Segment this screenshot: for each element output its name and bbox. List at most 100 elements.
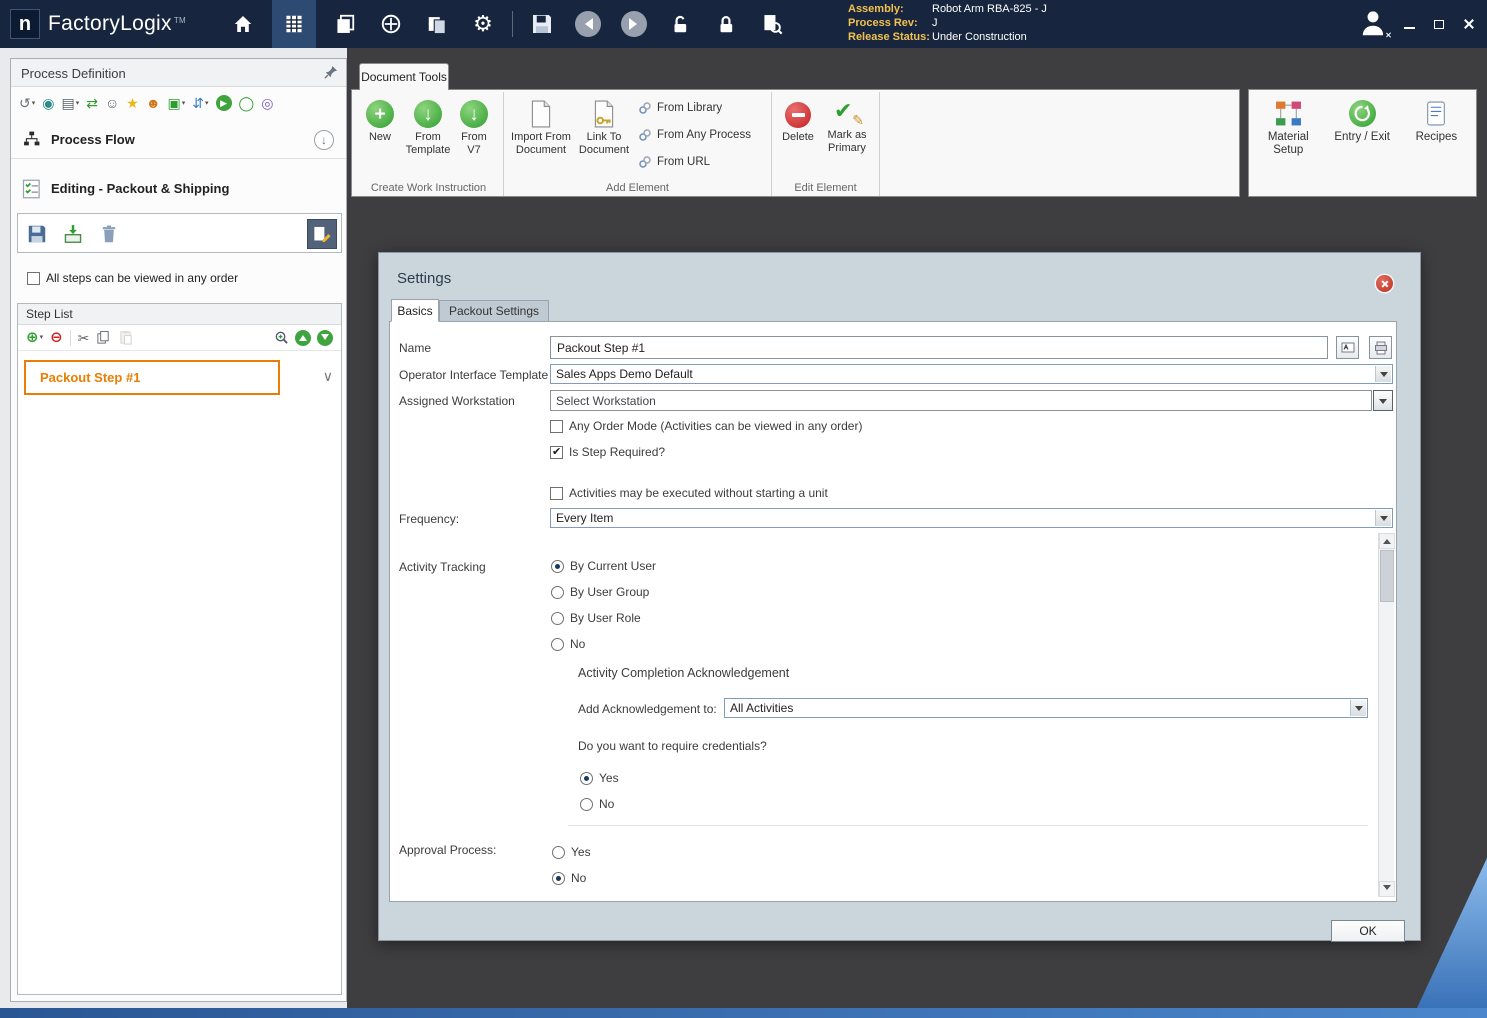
from-url-button[interactable]: From URL (638, 155, 752, 169)
toolbar-separator (69, 329, 71, 346)
tab-packout-settings[interactable]: Packout Settings (439, 300, 549, 322)
delete-element-button[interactable]: Delete (776, 98, 820, 144)
production-icon[interactable] (328, 0, 362, 48)
material-setup-button[interactable]: Material Setup (1268, 100, 1309, 196)
from-any-process-button[interactable]: From Any Process (638, 128, 752, 142)
pin-icon[interactable] (323, 65, 338, 80)
tab-basics[interactable]: Basics (391, 299, 439, 322)
back-icon[interactable] (571, 0, 605, 48)
save-step-button[interactable] (22, 219, 52, 249)
process-definition-icon[interactable] (272, 0, 316, 48)
import-step-button[interactable] (58, 219, 88, 249)
dialog-close-icon[interactable] (1376, 275, 1393, 292)
home-icon[interactable] (226, 0, 260, 48)
settings-gear-icon[interactable]: ⚙ (466, 0, 500, 48)
chevron-down-icon[interactable]: ∨ (323, 368, 333, 385)
undo-icon[interactable]: ↺ ▾ (19, 96, 35, 110)
copy-button[interactable] (96, 330, 111, 345)
entry-exit-button[interactable]: Entry / Exit (1334, 100, 1390, 196)
workstation-field[interactable]: Select Workstation (550, 390, 1372, 411)
material-setup-icon (1275, 101, 1301, 126)
process-flow-row[interactable]: Process Flow ↓ (11, 121, 346, 159)
dialog-scrollbar[interactable] (1378, 533, 1395, 897)
scroll-down-icon[interactable] (1379, 881, 1395, 897)
print-icon[interactable]: ▤ ▾ (61, 96, 79, 110)
radio-approval-no[interactable] (552, 871, 565, 885)
documents-icon[interactable] (420, 0, 454, 48)
tab-document-tools[interactable]: Document Tools (359, 63, 449, 90)
workstation-dropdown-button[interactable] (1373, 390, 1393, 411)
name-input[interactable] (550, 336, 1328, 359)
scrollbar-thumb[interactable] (1380, 550, 1394, 602)
link-to-document-button[interactable]: Link To Document (574, 98, 634, 156)
ok-button[interactable]: OK (1331, 920, 1405, 942)
approval-yes-row: Yes (552, 845, 591, 859)
record-icon[interactable]: ◎ (261, 96, 273, 110)
dispatch-icon[interactable] (374, 0, 408, 48)
radio-by-user-group[interactable] (551, 585, 564, 599)
validate-icon[interactable]: ◯ (239, 96, 255, 110)
run-icon[interactable]: ▶ (215, 95, 232, 111)
any-order-checkbox[interactable] (27, 271, 40, 285)
export-icon[interactable]: ▣ ▾ (168, 96, 186, 110)
scroll-up-icon[interactable] (1379, 533, 1395, 549)
no-unit-checkbox[interactable] (550, 486, 563, 500)
corner-decoration (1417, 858, 1487, 1008)
assembly-info: Assembly: Robot Arm RBA-825 - J Process … (848, 3, 1047, 44)
move-down-button[interactable] (317, 329, 333, 346)
recipes-button[interactable]: Recipes (1416, 100, 1457, 196)
frequency-select[interactable]: Every Item (550, 508, 1393, 528)
edit-content-button[interactable] (307, 219, 337, 249)
move-up-button[interactable] (295, 329, 311, 346)
app-logo: n (10, 9, 40, 39)
wizard-icon[interactable]: ★ (126, 96, 139, 110)
print-preview-button[interactable] (1369, 336, 1392, 359)
close-button[interactable] (1461, 16, 1477, 32)
is-step-required-checkbox[interactable] (550, 445, 563, 459)
radio-label: No (599, 797, 615, 811)
radio-tracking-no[interactable] (551, 637, 564, 651)
user-icon[interactable] (1358, 8, 1394, 40)
new-button[interactable]: + New (358, 98, 402, 144)
entry-exit-icon (1348, 100, 1376, 127)
find-user-icon[interactable]: ☺ (105, 96, 119, 110)
radio-approval-yes[interactable] (552, 845, 565, 859)
step-item-packout-step-1[interactable]: Packout Step #1 (24, 360, 280, 395)
from-library-button[interactable]: From Library (638, 101, 752, 115)
import-from-document-button[interactable]: Import From Document (508, 98, 574, 156)
user-role-icon[interactable]: ☻ (146, 96, 161, 110)
from-template-button[interactable]: ↓ From Template (402, 98, 454, 156)
trademark: TM (173, 15, 186, 25)
mark-as-primary-button[interactable]: ✔ ✎ Mark as Primary (820, 98, 874, 154)
paste-button[interactable] (118, 330, 133, 345)
template-select[interactable]: Sales Apps Demo Default (550, 364, 1393, 384)
save-icon[interactable] (525, 0, 559, 48)
branch-icon[interactable]: ⇵ ▾ (192, 96, 208, 110)
compare-icon[interactable]: ⇄ (86, 96, 98, 110)
from-v7-button[interactable]: ↓ From V7 (454, 98, 494, 156)
radio-by-user-role[interactable] (551, 611, 564, 625)
radio-credentials-no[interactable] (580, 797, 593, 811)
maximize-button[interactable] (1431, 16, 1447, 32)
edit-text-button[interactable] (1336, 336, 1359, 359)
unlock-icon[interactable] (663, 0, 697, 48)
zoom-step-button[interactable] (274, 330, 289, 345)
minimize-button[interactable] (1401, 16, 1417, 32)
process-flow-icon (23, 130, 41, 148)
add-step-button[interactable]: ⊕ ▾ (26, 330, 43, 345)
bottom-bar (0, 1008, 1487, 1018)
remove-step-button[interactable]: ⊖ (50, 330, 63, 345)
find-document-icon[interactable] (755, 0, 789, 48)
any-order-mode-checkbox[interactable] (550, 419, 563, 433)
radio-credentials-yes[interactable] (580, 771, 593, 785)
radio-by-current-user[interactable] (551, 559, 564, 573)
lock-icon[interactable] (709, 0, 743, 48)
ack-select[interactable]: All Activities (724, 698, 1368, 718)
collapse-icon[interactable]: ↓ (314, 130, 334, 150)
assembly-label: Assembly: (848, 3, 904, 15)
forward-icon[interactable] (617, 0, 651, 48)
cut-button[interactable]: ✂ (78, 331, 90, 345)
mark-primary-label: Mark as Primary (827, 129, 867, 154)
delete-step-button[interactable] (94, 219, 124, 249)
publish-icon[interactable]: ◉ (42, 96, 54, 110)
